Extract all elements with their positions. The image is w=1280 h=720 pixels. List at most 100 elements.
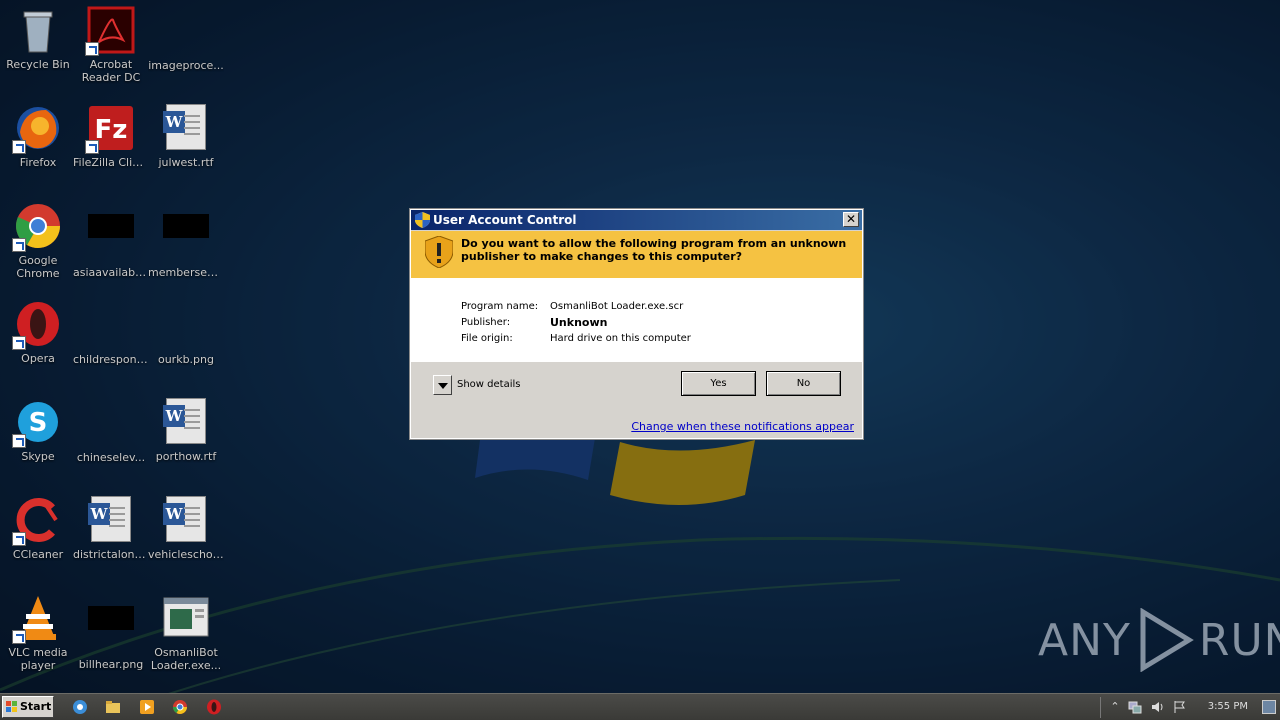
program-name-row: Program name: OsmanliBot Loader.exe.scr (461, 299, 862, 315)
chrome-taskbar-icon[interactable] (172, 699, 188, 715)
close-icon: ✕ (845, 212, 857, 226)
warning-shield-icon (425, 236, 453, 268)
uac-warning-banner: Do you want to allow the following progr… (411, 231, 862, 278)
recycle-bin-icon (14, 6, 62, 54)
file-origin-value: Hard drive on this computer (550, 333, 691, 344)
watermark-text-left: ANY (1038, 614, 1131, 666)
opera-taskbar-icon[interactable] (206, 699, 222, 715)
windows-flag-icon (6, 701, 17, 712)
show-details-toggle[interactable] (433, 375, 452, 395)
file-explorer-icon[interactable] (105, 699, 121, 715)
blank-file-icon (162, 7, 210, 55)
desktop-icon-filezilla[interactable]: Fz FileZilla Client (73, 104, 149, 169)
desktop-icon-label: Acrobat Reader DC (81, 58, 141, 84)
desktop-icon-label: VLC media player (8, 646, 68, 672)
program-name-value: OsmanliBot Loader.exe.scr (550, 301, 684, 312)
media-player-icon[interactable] (139, 699, 155, 715)
desktop-icon-imageproce[interactable]: imageproce... (148, 6, 224, 72)
close-button[interactable]: ✕ (843, 212, 859, 227)
desktop-icon-label: Firefox (19, 156, 57, 169)
desktop-icon-osmanlibot[interactable]: OsmanliBot Loader.exe... (148, 594, 224, 672)
desktop-icon-label: chineselev... (76, 451, 146, 464)
publisher-label: Publisher: (461, 317, 511, 328)
desktop-icon-skype[interactable]: S Skype (0, 398, 76, 463)
taskbar: Start ⌃ 3:55 PM (0, 693, 1280, 720)
desktop-icon-label: Opera (21, 352, 55, 365)
svg-text:S: S (29, 408, 48, 438)
desktop-icon-label: imageproce... (148, 59, 224, 72)
desktop-icon-label: billhear.png (78, 658, 144, 671)
acrobat-reader-icon (85, 6, 135, 56)
desktop-icon-label: Google Chrome (16, 254, 60, 280)
desktop-icon-label: childrespons... (73, 353, 149, 366)
desktop-icon-membersedi[interactable]: membersedi... (148, 202, 224, 279)
desktop-icon-childrespons[interactable]: childrespons... (73, 300, 149, 366)
desktop-icon-asiaavailabil[interactable]: asiaavailabil... (73, 202, 149, 279)
show-hidden-icons-icon[interactable]: ⌃ (1108, 700, 1122, 714)
svg-text:Fz: Fz (95, 115, 128, 145)
uac-details-panel: Program name: OsmanliBot Loader.exe.scr … (411, 278, 862, 362)
blank-file-icon (162, 301, 210, 349)
desktop-icon-label: membersedi... (148, 266, 224, 279)
file-origin-row: File origin: Hard drive on this computer (461, 331, 862, 347)
word-document-icon: W (87, 496, 135, 544)
word-document-icon: W (162, 496, 210, 544)
desktop-icon-label: vehicleschoi... (148, 548, 224, 561)
skype-icon: S (12, 398, 62, 448)
desktop-icon-districtalong[interactable]: W districtalong... (73, 496, 149, 561)
internet-explorer-icon[interactable] (72, 699, 88, 715)
desktop-icon-acrobat[interactable]: Acrobat Reader DC (73, 6, 149, 84)
no-button[interactable]: No (766, 371, 841, 396)
desktop-icon-billhear[interactable]: billhear.png (73, 594, 149, 671)
desktop-icon-chineselev[interactable]: chineselev... (73, 398, 149, 464)
firefox-icon (12, 104, 62, 154)
system-tray: ⌃ 3:55 PM (1100, 694, 1280, 720)
show-desktop-button[interactable] (1262, 700, 1276, 714)
chrome-icon (12, 202, 62, 252)
desktop-icon-label: ourkb.png (157, 353, 214, 366)
vlc-icon (12, 594, 62, 644)
desktop-icon-label: FileZilla Client (73, 156, 149, 169)
desktop-icon-label: Recycle Bin (6, 58, 70, 71)
desktop-icon-chrome[interactable]: Google Chrome (0, 202, 76, 280)
desktop-icon-ccleaner[interactable]: CCleaner (0, 496, 76, 561)
taskbar-clock[interactable]: 3:55 PM (1208, 701, 1248, 712)
uac-shield-icon (415, 212, 430, 228)
uac-title: User Account Control (433, 213, 577, 227)
play-triangle-icon (1140, 608, 1194, 672)
anyrun-watermark: ANY RUN (1038, 608, 1280, 672)
action-center-flag-icon[interactable] (1172, 700, 1186, 714)
uac-title-bar[interactable]: User Account Control ✕ (411, 210, 862, 230)
filezilla-icon: Fz (85, 104, 135, 154)
blank-file-icon (87, 399, 135, 447)
uac-footer: Show details Yes No Change when these no… (410, 362, 863, 440)
desktop-icon-vehicleschoi[interactable]: W vehicleschoi... (148, 496, 224, 561)
watermark-text-right: RUN (1198, 614, 1280, 666)
ccleaner-icon (12, 496, 62, 546)
desktop-icon-porthow[interactable]: W porthow.rtf (148, 398, 224, 463)
desktop-icon-label: julwest.rtf (158, 156, 214, 169)
desktop-icon-label: districtalong... (73, 548, 149, 561)
opera-icon (12, 300, 62, 350)
publisher-value: Unknown (550, 316, 608, 329)
desktop-icon-label: CCleaner (12, 548, 64, 561)
start-button[interactable]: Start (2, 696, 54, 718)
desktop-icon-opera[interactable]: Opera (0, 300, 76, 365)
network-icon[interactable] (1128, 700, 1142, 714)
word-document-icon: W (162, 104, 210, 152)
file-origin-label: File origin: (461, 333, 513, 344)
yes-button[interactable]: Yes (681, 371, 756, 396)
volume-icon[interactable] (1150, 700, 1164, 714)
desktop-icon-label: porthow.rtf (155, 450, 217, 463)
start-label: Start (20, 700, 52, 713)
word-document-icon: W (162, 398, 210, 446)
desktop-icon-firefox[interactable]: Firefox (0, 104, 76, 169)
desktop-icon-julwest[interactable]: W julwest.rtf (148, 104, 224, 169)
desktop-icon-recycle-bin[interactable]: Recycle Bin (0, 6, 76, 71)
desktop-icon-vlc[interactable]: VLC media player (0, 594, 76, 672)
desktop-icon-label: Skype (21, 450, 55, 463)
show-details-label[interactable]: Show details (457, 379, 520, 390)
uac-dialog: User Account Control ✕ Do you want to al… (409, 208, 864, 440)
desktop-icon-ourkb[interactable]: ourkb.png (148, 300, 224, 366)
change-notifications-link[interactable]: Change when these notifications appear (631, 420, 854, 433)
